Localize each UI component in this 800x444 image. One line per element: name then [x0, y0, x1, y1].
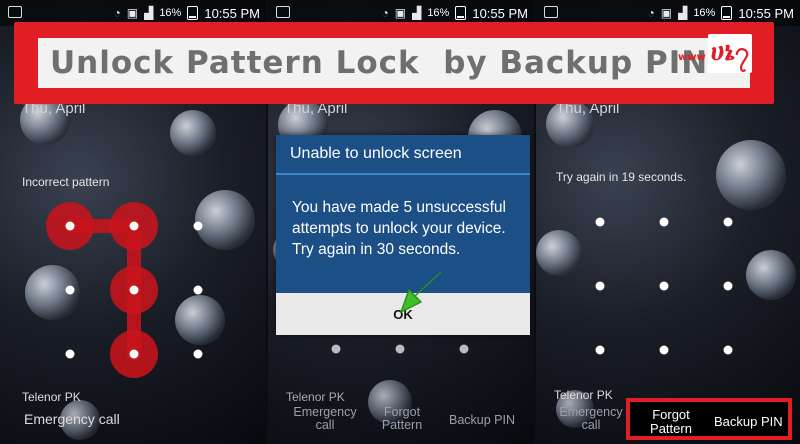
dialog-message: You have made 5 unsuccessful attempts to… — [292, 199, 506, 258]
banner-inner: Unlock Pattern Lock by Backup PIN — [38, 38, 750, 88]
pattern-dot — [659, 345, 669, 355]
emergency-call-button[interactable]: Emergency call — [24, 412, 120, 427]
site-logo: www ሀኔ၇ — [678, 34, 753, 73]
pattern-dot — [331, 344, 341, 354]
pattern-dot — [65, 349, 75, 359]
pattern-dot — [193, 349, 203, 359]
pattern-dot — [595, 281, 605, 291]
pattern-dot — [129, 349, 139, 359]
pattern-dot — [723, 217, 733, 227]
pattern-dot — [65, 285, 75, 295]
pattern-dot — [595, 217, 605, 227]
dialog-title: Unable to unlock screen — [276, 135, 530, 175]
banner-title: Unlock Pattern Lock by Backup PIN — [50, 45, 709, 81]
title-banner: Unlock Pattern Lock by Backup PIN — [14, 22, 774, 104]
carrier-label: Telenor PK — [286, 390, 345, 404]
carrier-label: Telenor PK — [22, 390, 81, 404]
forgot-pattern-button[interactable]: Forgot Pattern — [374, 405, 430, 432]
pattern-dot — [659, 281, 669, 291]
emergency-call-button[interactable]: Emergency call — [556, 405, 626, 432]
pattern-dot — [659, 217, 669, 227]
carrier-label: Telenor PK — [554, 388, 613, 402]
backup-pin-button[interactable]: Backup PIN — [444, 413, 520, 427]
green-arrow-icon — [400, 271, 442, 313]
logo-mark: ሀኔ၇ — [707, 34, 753, 73]
backup-pin-highlight: Forgot Pattern Backup PIN — [626, 398, 792, 440]
pattern-dot — [723, 345, 733, 355]
pattern-dot — [723, 281, 733, 291]
pattern-dot — [395, 344, 405, 354]
emergency-call-button[interactable]: Emergency call — [290, 405, 360, 432]
backup-pin-button[interactable]: Backup PIN — [714, 414, 783, 429]
pattern-dot — [129, 221, 139, 231]
pattern-dot — [595, 345, 605, 355]
pattern-dot — [193, 285, 203, 295]
pattern-dot — [65, 221, 75, 231]
pattern-dot — [129, 285, 139, 295]
pattern-dot — [193, 221, 203, 231]
logo-prefix: www — [678, 52, 706, 63]
forgot-pattern-button[interactable]: Forgot Pattern — [636, 407, 706, 437]
pattern-dot — [459, 344, 469, 354]
